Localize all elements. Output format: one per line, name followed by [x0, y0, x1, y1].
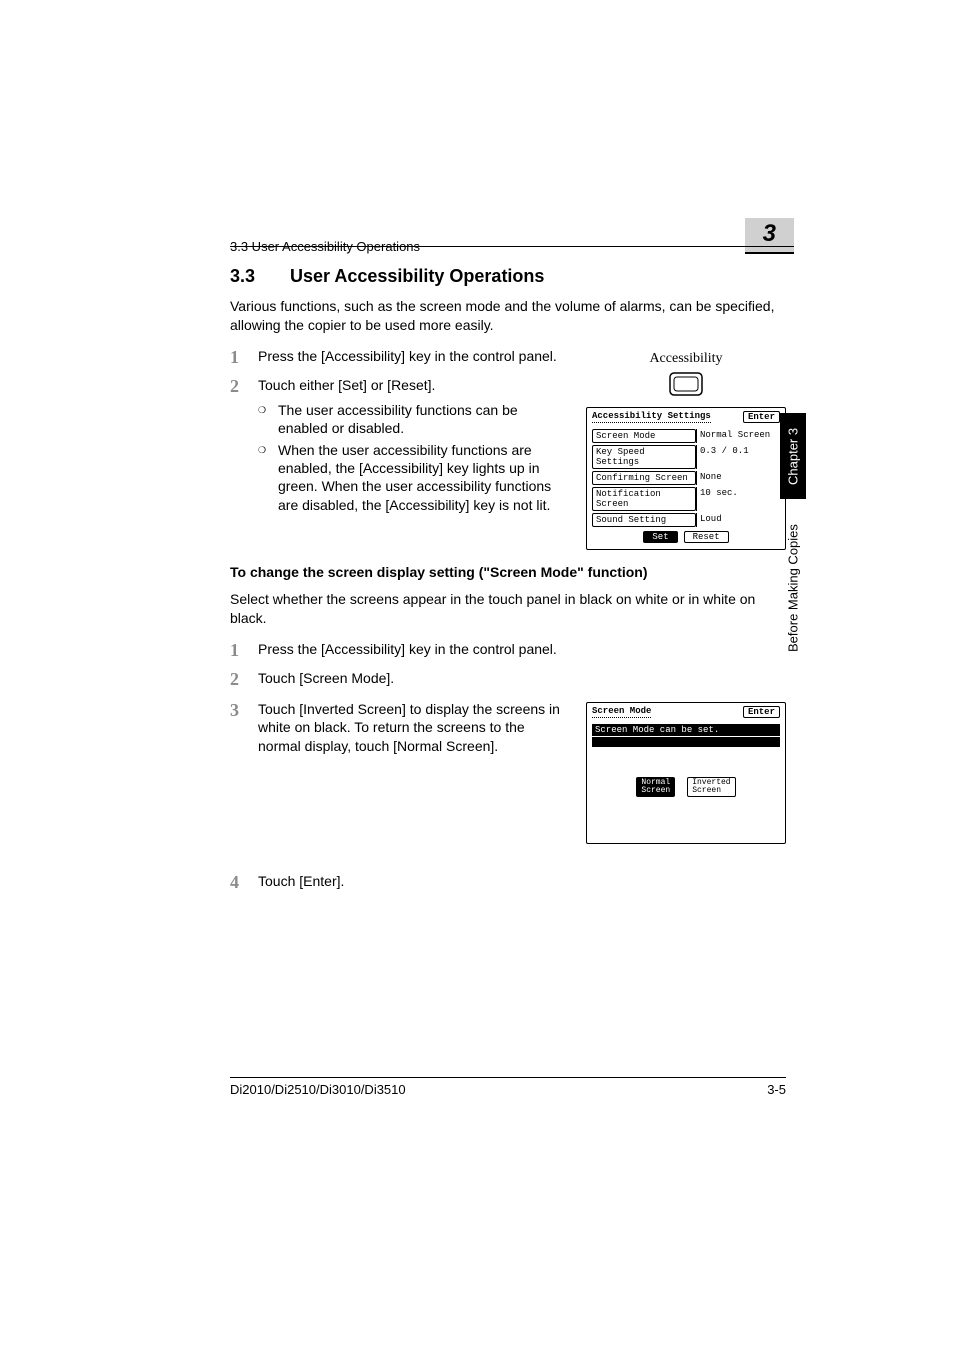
- sublist-item: The user accessibility functions can be …: [258, 401, 566, 437]
- screen-mode-button[interactable]: Screen Mode: [592, 429, 696, 443]
- sublist-text: The user accessibility functions can be …: [278, 401, 566, 437]
- inverted-screen-button[interactable]: InvertedScreen: [687, 777, 735, 798]
- step-text: Touch [Enter].: [258, 872, 786, 893]
- sound-setting-button[interactable]: Sound Setting: [592, 513, 696, 527]
- setting-row: Sound Setting Loud: [592, 513, 780, 527]
- set-button[interactable]: Set: [643, 531, 677, 543]
- page: 3.3 User Accessibility Operations 3 3.3U…: [0, 0, 954, 1351]
- step-text: Touch [Inverted Screen] to display the s…: [258, 700, 566, 757]
- step-body: Touch either [Set] or [Reset]. The user …: [258, 376, 566, 518]
- content: 3.3User Accessibility Operations Various…: [230, 260, 786, 901]
- chapter-tab: Chapter 3: [780, 413, 806, 499]
- setting-row: Key Speed Settings 0.3 / 0.1: [592, 445, 780, 469]
- list-item: 3 Touch [Inverted Screen] to display the…: [230, 700, 566, 757]
- panel-title: Accessibility Settings: [592, 411, 711, 423]
- heading-title: User Accessibility Operations: [290, 266, 544, 286]
- footer-page: 3-5: [767, 1082, 786, 1097]
- key-label: Accessibility: [649, 351, 722, 366]
- step-text: Press the [Accessibility] key in the con…: [258, 640, 786, 661]
- block-a-left: 1 Press the [Accessibility] key in the c…: [230, 347, 566, 550]
- panel-enter-button[interactable]: Enter: [743, 411, 780, 423]
- step-number: 1: [230, 640, 244, 661]
- step-number: 1: [230, 347, 244, 368]
- block-b-right: Screen Mode Enter Screen Mode can be set…: [586, 700, 786, 845]
- list-item: 1 Press the [Accessibility] key in the c…: [230, 640, 786, 661]
- setting-value: Normal Screen: [696, 429, 780, 443]
- bullet-icon: [258, 444, 270, 514]
- mode-button-row: NormalScreen InvertedScreen: [592, 777, 780, 798]
- block-b-left: 3 Touch [Inverted Screen] to display the…: [230, 700, 566, 845]
- heading-number: 3.3: [230, 266, 290, 287]
- step-number: 3: [230, 700, 244, 757]
- btn-line: Screen: [641, 786, 670, 795]
- confirming-screen-button[interactable]: Confirming Screen: [592, 471, 696, 485]
- sublist: The user accessibility functions can be …: [258, 401, 566, 514]
- step-number: 4: [230, 872, 244, 893]
- list-item: 2 Touch [Screen Mode].: [230, 669, 786, 690]
- sub-heading: To change the screen display setting ("S…: [230, 564, 786, 580]
- list-item: 1 Press the [Accessibility] key in the c…: [230, 347, 566, 368]
- btn-line: Screen: [692, 786, 721, 795]
- setting-value: 10 sec.: [696, 487, 780, 511]
- sub-intro: Select whether the screens appear in the…: [230, 590, 786, 628]
- key-speed-button[interactable]: Key Speed Settings: [592, 445, 696, 469]
- sublist-item: When the user accessibility functions ar…: [258, 441, 566, 514]
- running-header: 3.3 User Accessibility Operations 3: [230, 218, 794, 254]
- panel-message: Screen Mode can be set.: [592, 724, 780, 736]
- section-tab: Before Making Copies: [780, 508, 806, 668]
- panel-title: Screen Mode: [592, 706, 651, 718]
- screen-mode-panel: Screen Mode Enter Screen Mode can be set…: [586, 702, 786, 845]
- panel-message-blank: [592, 737, 780, 747]
- panel-enter-button[interactable]: Enter: [743, 706, 780, 718]
- sublist-text: When the user accessibility functions ar…: [278, 441, 566, 514]
- setting-value: Loud: [696, 513, 780, 527]
- section-heading: 3.3User Accessibility Operations: [230, 266, 786, 287]
- key-icon: [666, 369, 706, 399]
- list-item: 2 Touch either [Set] or [Reset]. The use…: [230, 376, 566, 518]
- bullet-icon: [258, 404, 270, 437]
- footer-rule: [230, 1077, 786, 1078]
- step-number: 2: [230, 376, 244, 518]
- reset-button[interactable]: Reset: [684, 531, 729, 543]
- intro-paragraph: Various functions, such as the screen mo…: [230, 297, 786, 335]
- step-text: Touch [Screen Mode].: [258, 669, 786, 690]
- block-a: 1 Press the [Accessibility] key in the c…: [230, 347, 786, 550]
- notification-screen-button[interactable]: Notification Screen: [592, 487, 696, 511]
- setting-row: Notification Screen 10 sec.: [592, 487, 780, 511]
- setting-value: None: [696, 471, 780, 485]
- accessibility-key-diagram: Accessibility: [586, 349, 786, 399]
- panel-header: Accessibility Settings Enter: [592, 411, 780, 423]
- step-number: 2: [230, 669, 244, 690]
- list-item: 4 Touch [Enter].: [230, 872, 786, 893]
- block-a-right: Accessibility Accessibility Settings Ent…: [586, 347, 786, 550]
- header-rule: [230, 246, 794, 247]
- step-text: Press the [Accessibility] key in the con…: [258, 347, 566, 368]
- set-reset-row: Set Reset: [592, 531, 780, 543]
- panel-header: Screen Mode Enter: [592, 706, 780, 718]
- footer: Di2010/Di2510/Di3010/Di3510 3-5: [230, 1082, 786, 1097]
- chapter-badge: 3: [745, 218, 794, 254]
- accessibility-settings-panel: Accessibility Settings Enter Screen Mode…: [586, 407, 786, 550]
- setting-row: Screen Mode Normal Screen: [592, 429, 780, 443]
- step-text: Touch either [Set] or [Reset].: [258, 377, 435, 393]
- block-b: 3 Touch [Inverted Screen] to display the…: [230, 700, 786, 845]
- footer-model: Di2010/Di2510/Di3010/Di3510: [230, 1082, 406, 1097]
- normal-screen-button[interactable]: NormalScreen: [636, 777, 675, 798]
- setting-value: 0.3 / 0.1: [696, 445, 780, 469]
- setting-row: Confirming Screen None: [592, 471, 780, 485]
